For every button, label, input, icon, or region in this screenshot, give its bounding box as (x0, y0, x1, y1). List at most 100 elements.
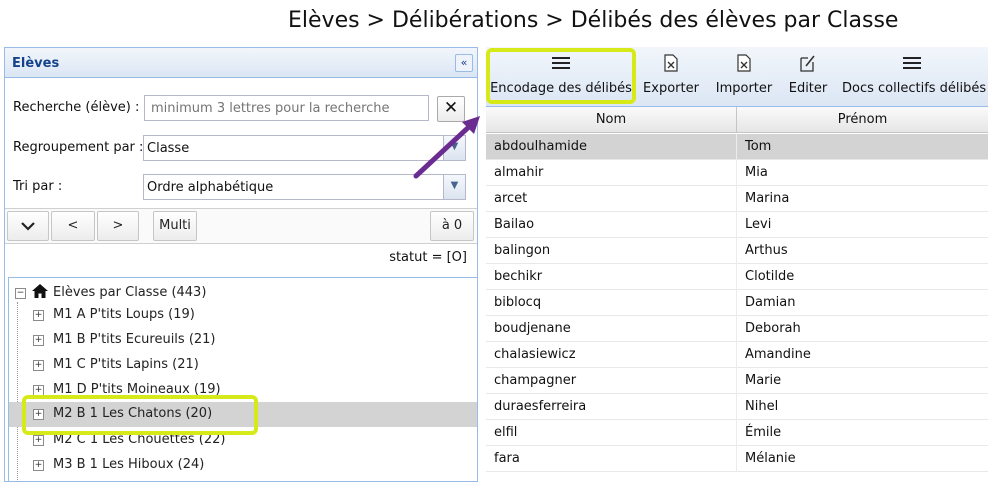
edit-icon (780, 51, 836, 75)
cell-prenom: Amandine (745, 347, 811, 362)
search-label: Recherche (élève) : (13, 100, 140, 115)
double-chevron-left-icon: « (460, 56, 468, 69)
collapse-node-icon[interactable]: − (15, 288, 26, 299)
next-button[interactable]: > (97, 211, 139, 241)
cell-nom: balingon (486, 238, 737, 264)
expand-node-icon[interactable]: + (33, 335, 44, 346)
tree-node-label: M2 B 1 Les Chatons (20) (53, 406, 213, 421)
class-tree: − Elèves par Classe (443) + M1 A P'tits L… (8, 277, 477, 482)
encodage-button[interactable]: Encodage des délibés (490, 51, 632, 103)
cell-nom: fara (486, 446, 737, 472)
cell-nom: almahir (486, 160, 737, 186)
table-row[interactable]: fara Mélanie (486, 446, 988, 472)
students-panel-header: Elèves « (5, 48, 477, 78)
collective-docs-button[interactable]: Docs collectifs délibés (842, 51, 987, 103)
table-row[interactable]: duraesferreira Nihel (486, 394, 988, 420)
students-panel: Elèves « Recherche (élève) : ✕ Regroupem… (4, 47, 478, 482)
cell-nom: chalasiewicz (486, 342, 737, 368)
sort-select[interactable]: Ordre alphabétique ▼ (143, 174, 466, 200)
import-button[interactable]: Importer (712, 51, 776, 103)
search-row: Recherche (élève) : ✕ (13, 95, 473, 122)
expand-node-icon[interactable]: + (33, 460, 44, 471)
tree-node-label: M2 C 1 Les Chouettes (22) (53, 432, 226, 447)
search-input[interactable] (144, 95, 429, 121)
expand-node-icon[interactable]: + (33, 385, 44, 396)
expand-button[interactable] (7, 211, 49, 241)
column-header-nom[interactable]: Nom (486, 107, 737, 133)
page-title: Elèves > Délibérations > Délibés des élè… (288, 8, 899, 33)
tree-node-class[interactable]: + M2 C 1 Les Chouettes (22) (9, 428, 477, 453)
multi-button[interactable]: Multi (153, 211, 197, 241)
table-row[interactable]: abdoulhamide Tom (486, 134, 988, 160)
tree-node-class[interactable]: + M1 B P'tits Ecureuils (21) (9, 328, 477, 353)
tree-node-class[interactable]: + M3 B 1 Les Hiboux (24) (9, 453, 477, 478)
grouping-select[interactable]: Classe ▼ (143, 135, 466, 161)
chevron-down-icon[interactable]: ▼ (443, 136, 465, 160)
file-import-icon (712, 51, 776, 75)
grouping-row: Regroupement par : Classe ▼ (13, 135, 473, 161)
encodage-label: Encodage des délibés (490, 81, 632, 96)
tree-node-label: M1 C P'tits Lapins (21) (53, 357, 199, 372)
cell-prenom: Marie (745, 373, 782, 388)
cell-nom: duraesferreira (486, 394, 737, 420)
menu-icon (842, 51, 982, 75)
deliberation-panel: Encodage des délibés Exporter Importer E… (486, 47, 988, 482)
import-label: Importer (715, 81, 773, 96)
table-row[interactable]: bechikr Clotilde (486, 264, 988, 290)
previous-button[interactable]: < (51, 211, 95, 241)
cell-nom: biblocq (486, 290, 737, 316)
tree-root-label: Elèves par Classe (443) (53, 285, 207, 300)
table-row[interactable]: Bailao Levi (486, 212, 988, 238)
grid-header: Nom Prénom (486, 107, 988, 133)
cell-prenom: Clotilde (745, 269, 795, 284)
edit-button[interactable]: Editer (780, 51, 836, 103)
tree-node-label: M1 A P'tits Loups (19) (53, 307, 195, 322)
grouping-value: Classe (147, 141, 190, 156)
students-panel-title: Elèves (12, 56, 60, 71)
cell-nom: elfil (486, 420, 737, 446)
table-row[interactable]: biblocq Damian (486, 290, 988, 316)
cell-nom: abdoulhamide (486, 134, 737, 160)
tree-node-class[interactable]: + M1 A P'tits Loups (19) (9, 303, 477, 328)
tree-node-class-selected[interactable]: + M2 B 1 Les Chatons (20) (9, 402, 477, 427)
table-row[interactable]: champagner Marie (486, 368, 988, 394)
table-row[interactable]: balingon Arthus (486, 238, 988, 264)
cell-prenom: Arthus (745, 243, 788, 258)
cell-nom: champagner (486, 368, 737, 394)
tree-node-label: M3 B 1 Les Hiboux (24) (53, 457, 205, 472)
table-row[interactable]: chalasiewicz Amandine (486, 342, 988, 368)
table-row[interactable]: elfil Émile (486, 420, 988, 446)
expand-node-icon[interactable]: + (33, 310, 44, 321)
clear-search-button[interactable]: ✕ (437, 96, 465, 122)
cell-nom: boudjenane (486, 316, 737, 342)
home-icon (31, 283, 49, 303)
tree-node-class[interactable]: + M1 C P'tits Lapins (21) (9, 353, 477, 378)
students-grid: abdoulhamide Tom almahir Mia arcet Marina B… (486, 134, 988, 472)
edit-label: Editer (788, 81, 828, 96)
sort-row: Tri par : Ordre alphabétique ▼ (13, 174, 473, 200)
chevron-down-icon (21, 221, 35, 231)
cell-prenom: Mélanie (745, 451, 796, 466)
table-row[interactable]: almahir Mia (486, 160, 988, 186)
tree-node-class[interactable]: + M1 D P'tits Moineaux (19) (9, 378, 477, 403)
grouping-label: Regroupement par : (13, 140, 144, 155)
expand-node-icon[interactable]: + (33, 409, 44, 420)
chevron-down-icon[interactable]: ▼ (443, 175, 465, 199)
column-header-prenom[interactable]: Prénom (737, 107, 988, 133)
sort-value: Ordre alphabétique (147, 180, 274, 195)
cell-prenom: Nihel (745, 399, 779, 414)
collective-docs-label: Docs collectifs délibés (842, 81, 987, 96)
expand-node-icon[interactable]: + (33, 360, 44, 371)
cell-nom: bechikr (486, 264, 737, 290)
cell-prenom: Damian (745, 295, 796, 310)
table-row[interactable]: boudjenane Deborah (486, 316, 988, 342)
table-row[interactable]: arcet Marina (486, 186, 988, 212)
export-button[interactable]: Exporter (639, 51, 703, 103)
file-export-icon (639, 51, 703, 75)
sort-label: Tri par : (13, 179, 63, 194)
export-label: Exporter (643, 81, 699, 96)
expand-node-icon[interactable]: + (33, 435, 44, 446)
reset-zero-button[interactable]: à 0 (430, 211, 474, 241)
cell-nom: Bailao (486, 212, 737, 238)
collapse-panel-button[interactable]: « (455, 54, 473, 72)
